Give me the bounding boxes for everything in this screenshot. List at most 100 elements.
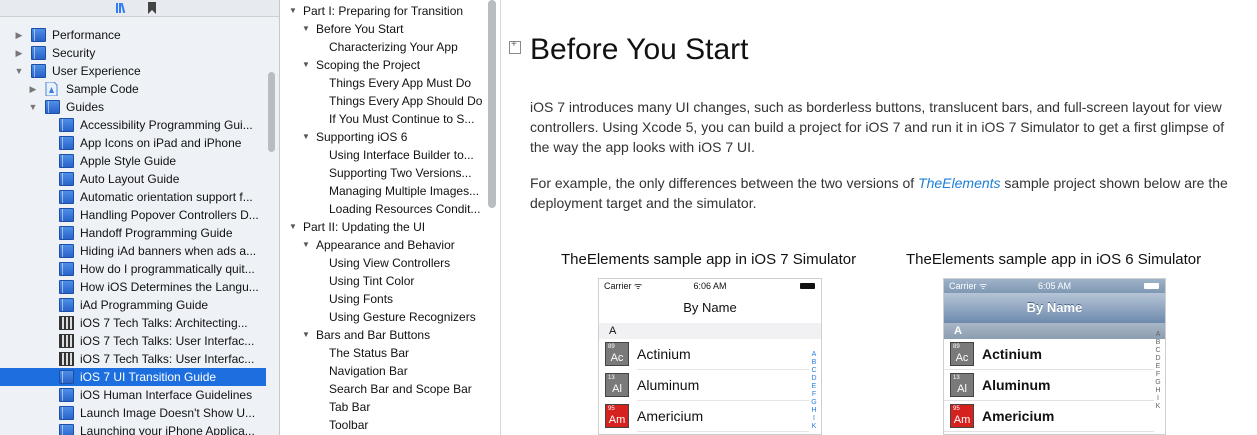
library-item[interactable]: Auto Layout Guide [0, 170, 266, 188]
toc-item[interactable]: Things Every App Should Do [281, 92, 486, 110]
index-letter: B [1155, 339, 1161, 346]
toc-item-label: Bars and Bar Buttons [316, 328, 431, 342]
book-icon [59, 370, 74, 384]
library-item-label: Auto Layout Guide [80, 172, 180, 186]
element-name: Americium [982, 408, 1055, 424]
library-item[interactable]: App Icons on iPad and iPhone [0, 134, 266, 152]
navigation-bar-title: By Name [944, 293, 1165, 323]
toc-item[interactable]: Supporting Two Versions... [281, 164, 486, 182]
toc-item[interactable]: Toolbar [281, 416, 486, 434]
index-letter: D [811, 375, 817, 382]
toc-item[interactable]: ▼ Appearance and Behavior [281, 236, 486, 254]
toc-item-label: Part I: Preparing for Transition [303, 4, 464, 18]
library-item[interactable]: Hiding iAd banners when ads a... [0, 242, 266, 260]
toc-item[interactable]: The Status Bar [281, 344, 486, 362]
element-symbol: Al [957, 383, 967, 395]
library-item-label: How do I programmatically quit... [80, 262, 255, 276]
disclosure-triangle-icon[interactable]: ▶ [28, 80, 38, 98]
toc-item[interactable]: Navigation Bar [281, 362, 486, 380]
index-letter: C [811, 367, 817, 374]
toc-item[interactable]: Using Interface Builder to... [281, 146, 486, 164]
toc-item[interactable]: ▼ Part I: Preparing for Transition [281, 2, 486, 20]
disclosure-triangle-icon[interactable]: ▼ [302, 20, 312, 38]
toc-item-label: Using Interface Builder to... [329, 148, 474, 162]
toc-item-label: Toolbar [329, 418, 369, 432]
toc-item[interactable]: Tab Bar [281, 398, 486, 416]
library-item[interactable]: ▼ Guides [0, 98, 266, 116]
book-icon [59, 244, 74, 258]
toc-item[interactable]: Loading Resources Condit... [281, 200, 486, 218]
navigation-bar-title: By Name [683, 300, 737, 315]
section-index: ABCDEFGHIK [810, 351, 818, 431]
toc-item-label: Loading Resources Condit... [329, 202, 481, 216]
library-item[interactable]: Handling Popover Controllers D... [0, 206, 266, 224]
index-letter: B [811, 359, 817, 366]
disclosure-triangle-icon[interactable]: ▼ [14, 62, 24, 80]
library-item[interactable]: Handoff Programming Guide [0, 224, 266, 242]
toc-item[interactable]: Search Bar and Scope Bar [281, 380, 486, 398]
library-item[interactable]: iOS 7 Tech Talks: Architecting... [0, 314, 266, 332]
toc-item-label: Using View Controllers [329, 256, 451, 270]
disclosure-triangle-icon[interactable]: ▼ [289, 218, 299, 236]
library-scrollbar[interactable] [268, 72, 275, 152]
library-item[interactable]: How do I programmatically quit... [0, 260, 266, 278]
index-letter: H [811, 407, 817, 414]
library-item[interactable]: Automatic orientation support f... [0, 188, 266, 206]
library-item[interactable]: ▶ Performance [0, 26, 266, 44]
library-item-label: Security [52, 46, 96, 60]
toc-item[interactable]: ▼ Before You Start [281, 20, 486, 38]
element-row: 95 Am Americium [944, 401, 1154, 432]
disclosure-triangle-icon[interactable]: ▼ [302, 236, 312, 254]
book-icon [31, 28, 46, 42]
toc-item[interactable]: Things Every App Must Do [281, 74, 486, 92]
library-item[interactable]: iOS Human Interface Guidelines [0, 386, 266, 404]
toc-item[interactable]: Using Gesture Recognizers [281, 308, 486, 326]
toc-item[interactable]: Using View Controllers [281, 254, 486, 272]
disclosure-triangle-icon[interactable]: ▶ [14, 26, 24, 44]
toc-item[interactable]: Using Tint Color [281, 272, 486, 290]
toc-item[interactable]: ▼ Bars and Bar Buttons [281, 326, 486, 344]
library-item[interactable]: ▶ Sample Code [0, 80, 266, 98]
book-icon [59, 424, 74, 435]
library-item[interactable]: Launch Image Doesn't Show U... [0, 404, 266, 422]
library-item[interactable]: ▶ Security [0, 44, 266, 62]
toc-item[interactable]: Characterizing Your App [281, 38, 486, 56]
toc-item[interactable]: Using Fonts [281, 290, 486, 308]
library-item[interactable]: Apple Style Guide [0, 152, 266, 170]
bookmark-icon[interactable] [146, 2, 158, 14]
index-letter: A [1155, 331, 1161, 338]
library-item-label: User Experience [52, 64, 141, 78]
status-bar: Carrier ᯤ 6:06 AM [599, 279, 821, 293]
library-item[interactable]: ▼ User Experience [0, 62, 266, 80]
element-name: Aluminum [637, 377, 700, 393]
toc-item[interactable]: If You Must Continue to S... [281, 110, 486, 128]
toc-item[interactable]: ▼ Part II: Updating the UI [281, 218, 486, 236]
add-bookmark-icon[interactable] [509, 39, 521, 54]
disclosure-triangle-icon[interactable]: ▼ [302, 56, 312, 74]
book-icon [59, 280, 74, 294]
library-item[interactable]: How iOS Determines the Langu... [0, 278, 266, 296]
library-item[interactable]: Accessibility Programming Gui... [0, 116, 266, 134]
theelements-link[interactable]: TheElements [918, 175, 1000, 191]
disclosure-triangle-icon[interactable]: ▼ [302, 128, 312, 146]
library-item[interactable]: iOS 7 Tech Talks: User Interfac... [0, 332, 266, 350]
disclosure-triangle-icon[interactable]: ▶ [14, 44, 24, 62]
element-row: 13 Al Aluminum [599, 370, 809, 401]
disclosure-triangle-icon[interactable]: ▼ [302, 326, 312, 344]
library-item[interactable]: iOS 7 Tech Talks: User Interfac... [0, 350, 266, 368]
disclosure-triangle-icon[interactable]: ▼ [289, 2, 299, 20]
toc-item[interactable]: ▼ Scoping the Project [281, 56, 486, 74]
library-item[interactable]: iAd Programming Guide [0, 296, 266, 314]
library-item[interactable]: iOS 7 UI Transition Guide [0, 368, 266, 386]
table-of-contents: ▼ Part I: Preparing for Transition ▼ Before… [281, 0, 501, 435]
disclosure-triangle-icon[interactable]: ▼ [28, 98, 38, 116]
library-item[interactable]: Launching your iPhone Applica... [0, 422, 266, 435]
book-icon [59, 262, 74, 276]
toc-item-label: Before You Start [316, 22, 404, 36]
library-item-label: iOS 7 Tech Talks: User Interfac... [80, 334, 255, 348]
library-icon[interactable] [116, 2, 128, 14]
toc-scrollbar[interactable] [488, 0, 496, 208]
toc-item[interactable]: ▼ Supporting iOS 6 [281, 128, 486, 146]
toc-item-label: Supporting Two Versions... [329, 166, 472, 180]
toc-item[interactable]: Managing Multiple Images... [281, 182, 486, 200]
